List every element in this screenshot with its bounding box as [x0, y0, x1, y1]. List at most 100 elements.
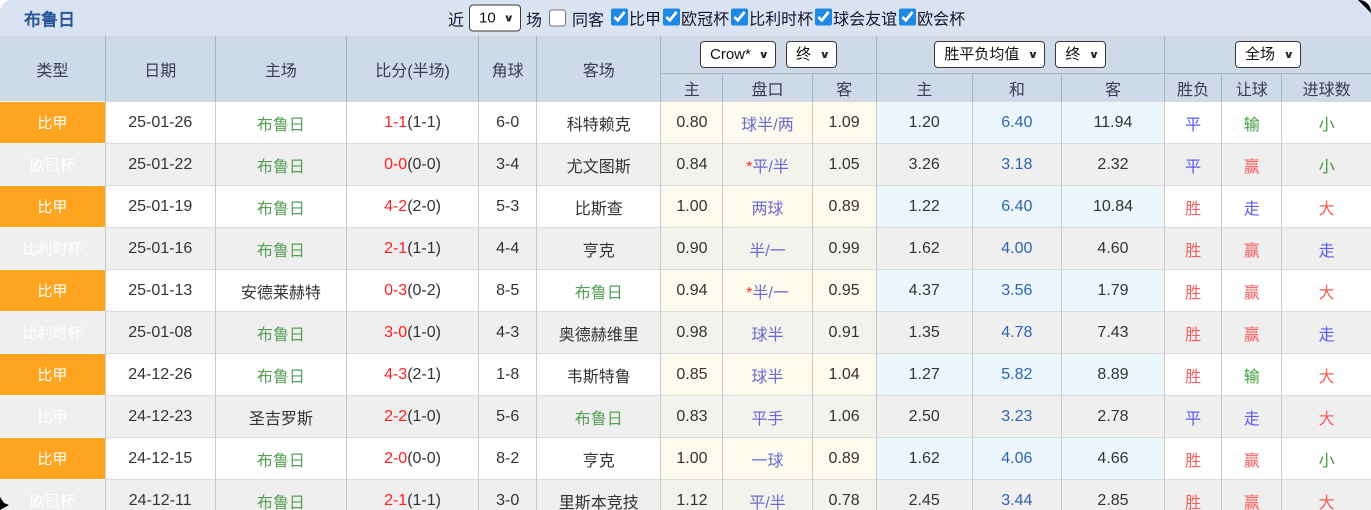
- score-cell: 4-2(2-0): [346, 185, 480, 228]
- avg-odds-select-wrap: 胜平负均值 ∨: [934, 41, 1046, 68]
- handicap-outcome: 赢: [1221, 227, 1283, 270]
- league-filter-0: 比甲: [609, 5, 661, 29]
- goals-outcome: 大: [1281, 185, 1371, 228]
- handicap-outcome: 走: [1221, 185, 1283, 228]
- avg-odds-stage-select[interactable]: 终: [1055, 41, 1107, 68]
- result-outcome: 胜: [1164, 269, 1223, 312]
- recent-label: 近: [448, 12, 465, 29]
- corner-score: 8-2: [478, 437, 538, 480]
- avg-home-odds: 4.37: [876, 269, 973, 312]
- avg-odds-select[interactable]: 胜平负均值: [934, 41, 1046, 68]
- full-match-select[interactable]: 全场: [1235, 41, 1302, 68]
- handicap-text: 平/半: [752, 158, 789, 176]
- away-team: 尤文图斯: [536, 143, 662, 186]
- avg-home-odds: 1.20: [876, 101, 973, 144]
- result-outcome: 胜: [1164, 437, 1223, 480]
- col-header-date: 日期: [105, 36, 216, 102]
- crow-away-odds: 0.91: [812, 311, 877, 354]
- corner-score: 1-8: [478, 353, 538, 396]
- crow-away-odds: 0.95: [812, 269, 877, 312]
- crow-away-odds: 1.09: [812, 101, 877, 144]
- league-type-badge: 欧冠杯: [0, 479, 106, 510]
- avg-draw-odds: 3.44: [972, 479, 1062, 510]
- handicap-text: 半/一: [749, 242, 786, 260]
- bookmaker-select[interactable]: Crow*: [700, 41, 777, 68]
- league-filter-label: 欧会杯: [917, 11, 966, 29]
- home-team: 布鲁日: [215, 479, 347, 510]
- same-venue-filter: 同客: [547, 6, 609, 30]
- sub-header-avg-draw: 和: [972, 73, 1062, 102]
- full-time-score: 0-3: [384, 281, 408, 299]
- match-row: 比利时杯 25-01-08 布鲁日 3-0(1-0) 4-3 奥德赫维里 0.98 球半 0.9…: [0, 311, 1371, 354]
- avg-draw-odds: 3.23: [972, 395, 1062, 438]
- home-team: 布鲁日: [215, 185, 347, 228]
- score-cell: 2-1(1-1): [346, 479, 480, 510]
- handicap-outcome: 赢: [1221, 479, 1283, 510]
- recent-count-select-wrap: 10 ∨: [469, 4, 522, 32]
- match-row: 比甲 25-01-13 安德莱赫特 0-3(0-2) 8-5 布鲁日 0.94 *半/一 0.9…: [0, 269, 1371, 312]
- crow-home-odds: 0.90: [660, 227, 724, 270]
- home-team: 布鲁日: [215, 353, 347, 396]
- match-date: 25-01-26: [105, 101, 216, 144]
- avg-draw-odds: 6.40: [972, 185, 1062, 228]
- full-time-score: 2-0: [384, 449, 408, 467]
- league-filter-checkbox[interactable]: [815, 8, 833, 26]
- match-row: 比甲 24-12-26 布鲁日 4-3(2-1) 1-8 韦斯特鲁 0.85 球半 1.04 1.…: [0, 353, 1371, 396]
- home-team: 布鲁日: [215, 101, 347, 144]
- sub-header-crow-away: 客: [812, 73, 877, 102]
- match-date: 25-01-08: [105, 311, 216, 354]
- full-time-score: 2-2: [384, 407, 408, 425]
- away-team: 比斯查: [536, 185, 662, 228]
- home-team: 布鲁日: [215, 311, 347, 354]
- score-cell: 3-0(1-0): [346, 311, 480, 354]
- avg-draw-odds: 6.40: [972, 101, 1062, 144]
- match-date: 24-12-26: [105, 353, 216, 396]
- league-filter-checkbox[interactable]: [731, 8, 749, 26]
- home-team: 布鲁日: [215, 437, 347, 480]
- handicap-text: 平/半: [749, 494, 786, 510]
- goals-outcome: 大: [1281, 395, 1371, 438]
- bookmaker-stage-select[interactable]: 终: [786, 41, 838, 68]
- league-type-badge: 比甲: [0, 101, 106, 144]
- avg-draw-odds: 4.06: [972, 437, 1062, 480]
- goals-outcome: 走: [1281, 227, 1371, 270]
- topbar: 布鲁日 近 10 ∨ 场 同客 比甲 欧冠杯 比利时杯 球会友谊 欧会杯: [0, 0, 1371, 36]
- half-time-score: (1-1): [407, 113, 441, 131]
- match-row: 比甲 25-01-19 布鲁日 4-2(2-0) 5-3 比斯查 1.00 两球 0.89 1.2…: [0, 185, 1371, 228]
- handicap-line: *平/半: [722, 143, 813, 186]
- corner-fold-icon: [1358, 0, 1371, 13]
- handicap-line: 平/半: [722, 479, 813, 510]
- match-date: 25-01-13: [105, 269, 216, 312]
- score-cell: 0-3(0-2): [346, 269, 480, 312]
- league-filter-label: 比利时杯: [749, 11, 814, 29]
- league-filter-1: 欧冠杯: [661, 5, 729, 29]
- league-filter-label: 欧冠杯: [681, 11, 730, 29]
- avg-home-odds: 1.62: [876, 227, 973, 270]
- corner-score: 5-3: [478, 185, 538, 228]
- corner-score: 6-0: [478, 101, 538, 144]
- match-date: 24-12-15: [105, 437, 216, 480]
- half-time-score: (2-0): [407, 197, 441, 215]
- recent-count-select[interactable]: 10: [469, 4, 522, 32]
- league-filter-checkbox[interactable]: [611, 8, 629, 26]
- goals-outcome: 大: [1281, 479, 1371, 510]
- handicap-outcome: 走: [1221, 395, 1283, 438]
- result-outcome: 胜: [1164, 227, 1223, 270]
- bookmaker-select-wrap: Crow* ∨: [700, 41, 777, 68]
- handicap-line: 一球: [722, 437, 813, 480]
- same-venue-checkbox[interactable]: [549, 9, 567, 27]
- corner-score: 3-4: [478, 143, 538, 186]
- league-type-badge: 欧冠杯: [0, 143, 106, 186]
- corner-score: 4-3: [478, 311, 538, 354]
- crow-home-odds: 1.00: [660, 185, 724, 228]
- crow-away-odds: 1.04: [812, 353, 877, 396]
- handicap-outcome: 输: [1221, 353, 1283, 396]
- league-filter-checkbox[interactable]: [663, 8, 681, 26]
- league-filter-checkbox[interactable]: [899, 8, 917, 26]
- avg-away-odds: 11.94: [1061, 101, 1166, 144]
- score-cell: 2-0(0-0): [346, 437, 480, 480]
- sub-header-avg-away: 客: [1061, 73, 1166, 102]
- away-team: 奥德赫维里: [536, 311, 662, 354]
- corner-score: 8-5: [478, 269, 538, 312]
- match-history-panel: 布鲁日 近 10 ∨ 场 同客 比甲 欧冠杯 比利时杯 球会友谊 欧会杯 类型 …: [0, 0, 1371, 510]
